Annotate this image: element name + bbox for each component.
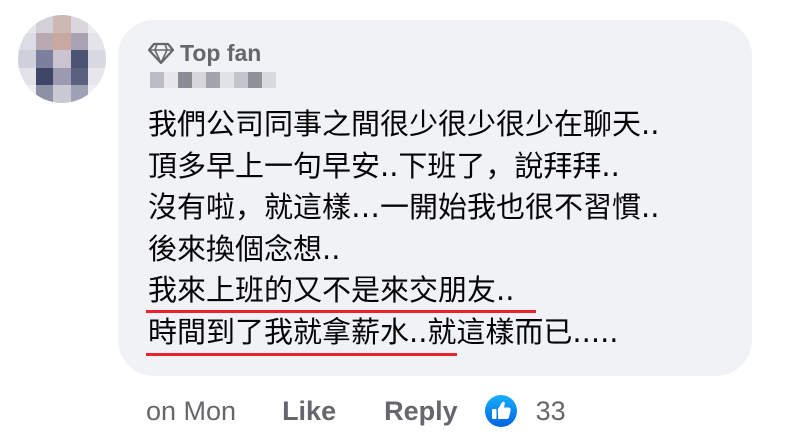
- comment-line: 時間到了我就拿薪水..就這樣而已.....: [148, 314, 619, 349]
- comment-line: 我來上班的又不是來交朋友..: [148, 273, 515, 307]
- comment-line: 沒有啦，就這樣…一開始我也很不習慣..: [148, 190, 660, 224]
- commenter-name-blurred[interactable]: [150, 72, 276, 88]
- comment-item: Top fan 我們公司同事之間很少很少很少在聊天.. 頂多早上一句早安..下班…: [0, 0, 800, 440]
- red-underline: [146, 310, 536, 313]
- avatar[interactable]: [18, 15, 106, 103]
- comment-line: 後來換個念想..: [148, 231, 341, 266]
- reaction-count[interactable]: 33: [536, 396, 566, 427]
- comment-text: 我們公司同事之間很少很少很少在聊天.. 頂多早上一句早安..下班了，說拜拜.. …: [148, 104, 738, 353]
- like-thumb-icon[interactable]: [484, 394, 518, 428]
- like-button[interactable]: Like: [282, 396, 336, 427]
- top-fan-badge: Top fan: [148, 38, 261, 68]
- reply-button[interactable]: Reply: [384, 396, 458, 427]
- top-fan-label: Top fan: [180, 39, 262, 66]
- red-underline: [146, 353, 457, 356]
- diamond-icon: [148, 42, 174, 64]
- comment-line: 我們公司同事之間很少很少很少在聊天..: [148, 107, 660, 141]
- comment-timestamp[interactable]: on Mon: [146, 396, 236, 427]
- comment-line: 頂多早上一句早安..下班了，說拜拜..: [148, 148, 620, 183]
- comment-actions: on Mon Like Reply 33: [146, 392, 566, 430]
